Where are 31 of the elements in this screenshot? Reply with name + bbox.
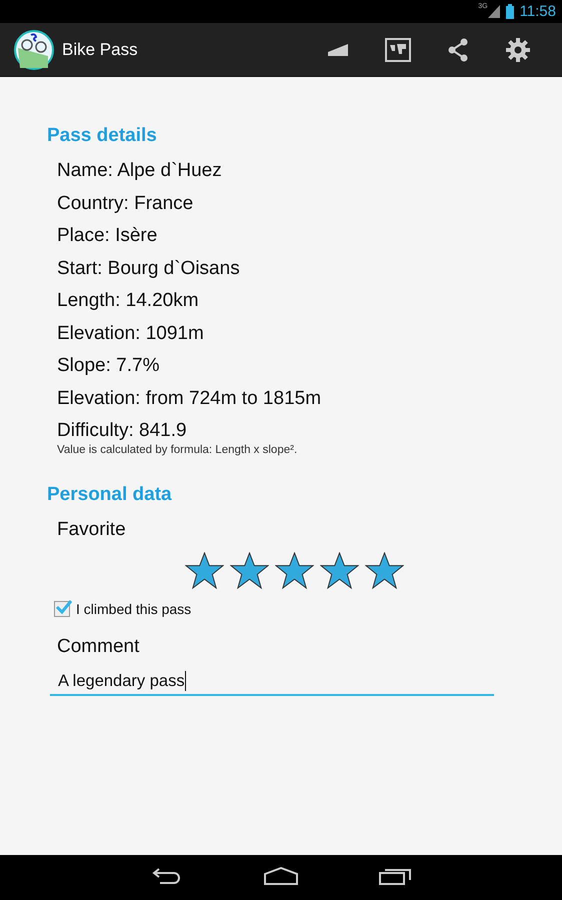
detail-line: Slope: 7.7% [57, 354, 160, 378]
clock-time: 11:58 [520, 3, 556, 20]
detail-line: Start: Bourg d`Oisans [57, 256, 241, 280]
detail-line: Place: Isère [57, 224, 158, 248]
battery-icon [506, 4, 514, 19]
detail-line: Length: 14.20km [57, 289, 200, 313]
detail-line: Elevation: 1091m [57, 322, 205, 346]
map-icon[interactable] [385, 38, 411, 62]
signal-icon [488, 5, 500, 18]
app-title: Bike Pass [62, 40, 139, 60]
settings-icon[interactable] [506, 38, 530, 62]
detail-line: Country: France [57, 192, 194, 216]
section-heading: Personal data [47, 484, 173, 506]
detail-line: Elevation: from 724m to 1815m [57, 386, 322, 410]
slope-icon[interactable] [328, 44, 348, 56]
comment-field[interactable]: A legendary pass [50, 670, 494, 696]
section-heading: Pass details [47, 125, 158, 147]
detail-line: Name: Alpe d`Huez [57, 159, 223, 183]
star-icon[interactable] [230, 552, 269, 589]
share-icon[interactable] [446, 38, 470, 62]
detail-line: Difficulty: 841.9 [57, 419, 188, 443]
formula-note: Value is calculated by formula: Length x slope². [57, 444, 298, 456]
star-icon[interactable] [275, 552, 314, 589]
comment-label: Comment [57, 635, 140, 659]
star-icon[interactable] [365, 552, 404, 589]
favorite-label: Favorite [57, 518, 127, 542]
star-icon[interactable] [185, 552, 224, 589]
app-logo-icon[interactable] [14, 30, 54, 70]
checkbox-label: I climbed this pass [76, 601, 192, 617]
checkbox[interactable] [54, 601, 70, 617]
star-icon[interactable] [320, 552, 359, 589]
